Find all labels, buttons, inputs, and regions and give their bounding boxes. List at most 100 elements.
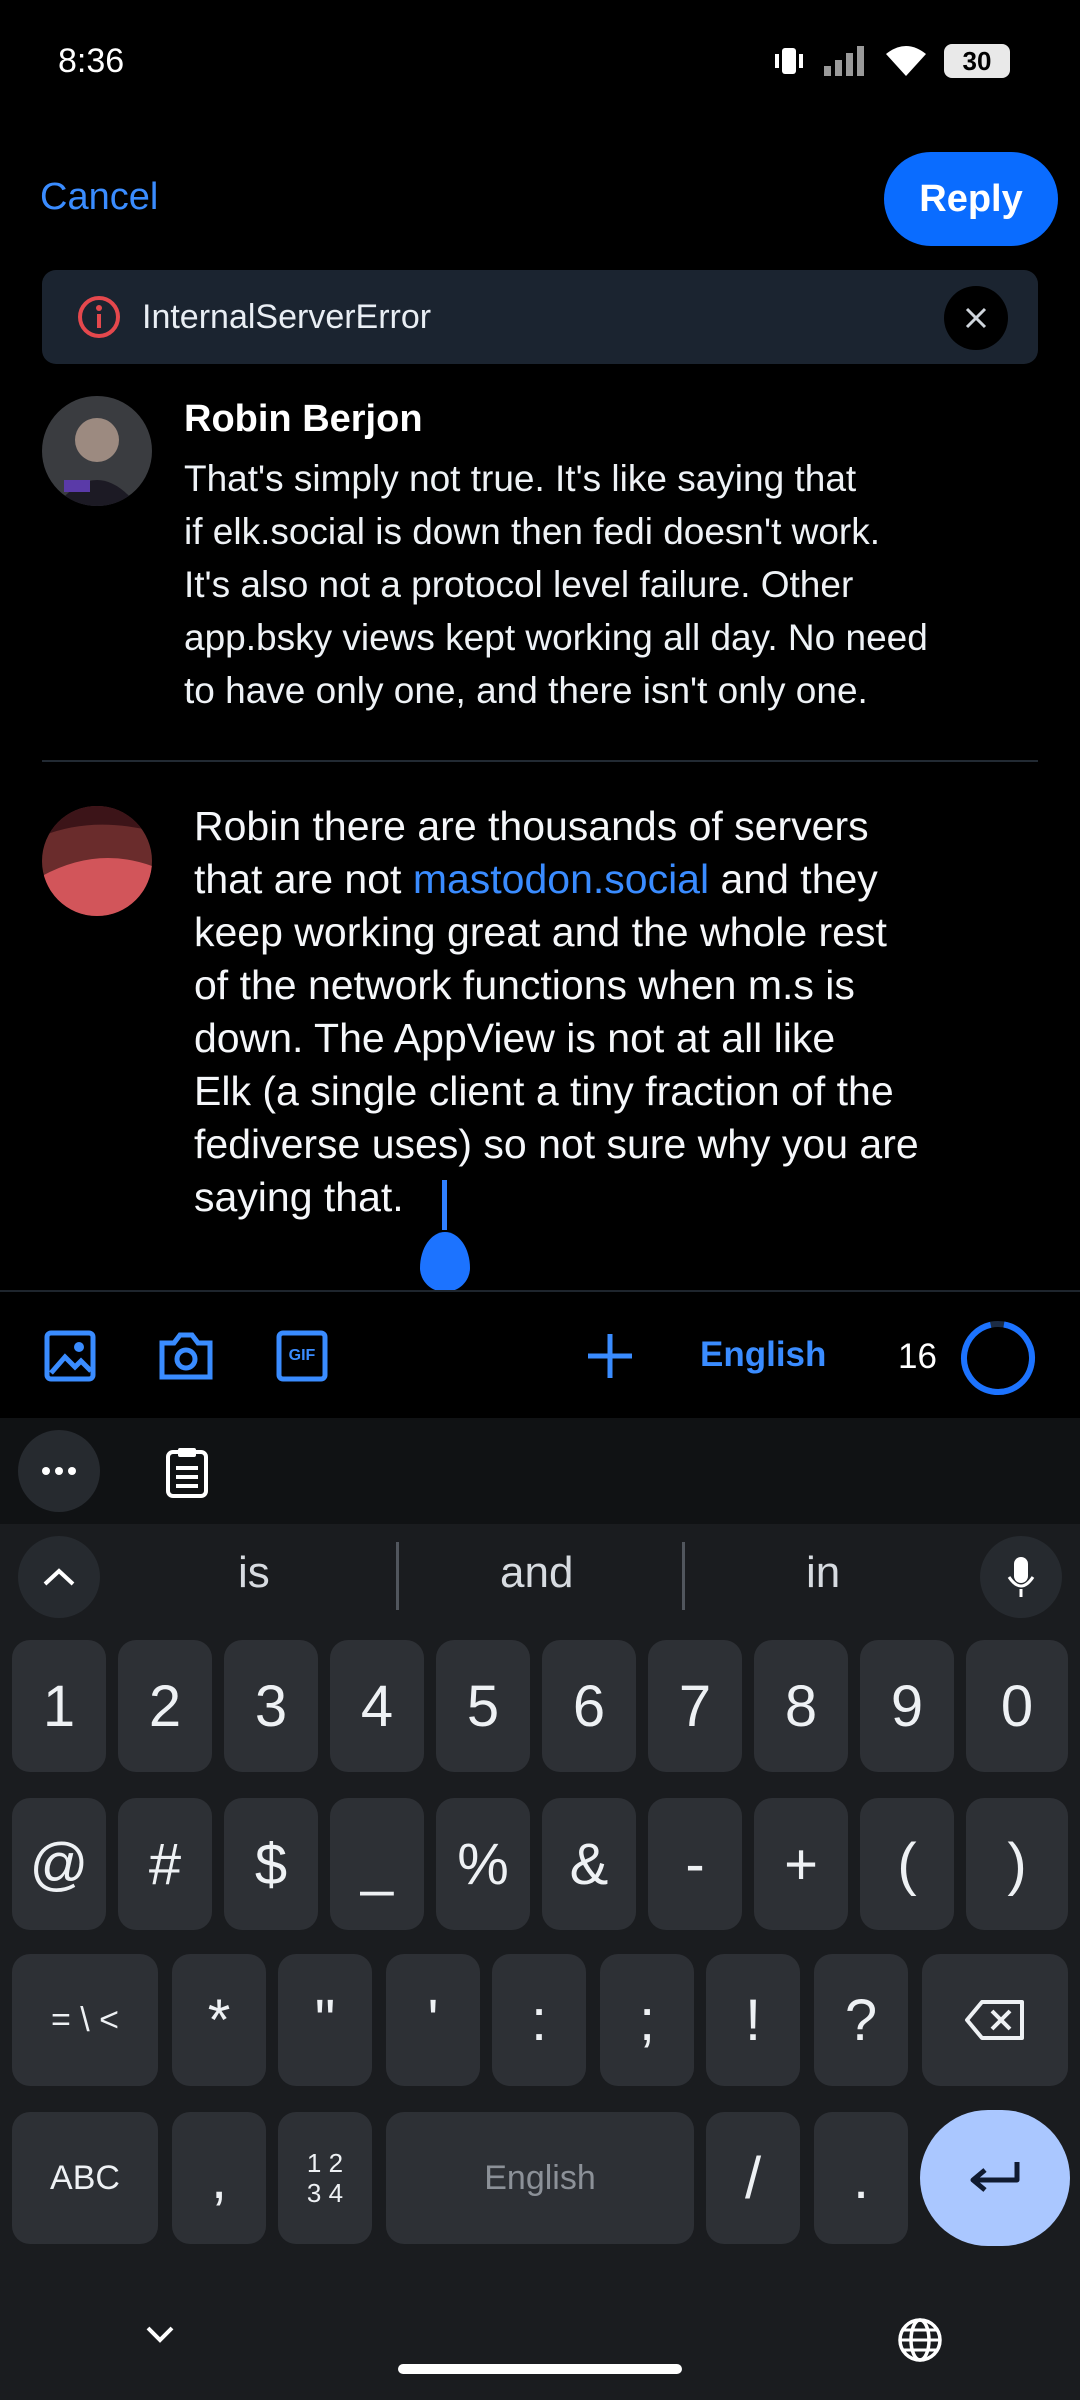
image-icon: [44, 1330, 96, 1382]
more-dots-icon: [42, 1467, 76, 1475]
key-close-paren[interactable]: ): [966, 1798, 1068, 1930]
compose-text: and they: [709, 856, 878, 902]
gif-button[interactable]: GIF: [272, 1326, 332, 1386]
key-3[interactable]: 3: [224, 1640, 318, 1772]
key-question[interactable]: ?: [814, 1954, 908, 2086]
plus-icon: [588, 1334, 632, 1378]
backspace-icon: [965, 2000, 1024, 2040]
replied-post-line: It's also not a protocol level failure. …: [184, 564, 854, 605]
language-selector[interactable]: English: [700, 1335, 826, 1375]
dismiss-error-button[interactable]: [944, 286, 1008, 350]
toolbar-divider: [0, 1290, 1080, 1292]
reply-button[interactable]: Reply: [884, 152, 1058, 246]
suggestion-3[interactable]: in: [806, 1548, 840, 1598]
compose-line: Elk (a single client a tiny fraction of …: [194, 1068, 894, 1114]
wifi-icon: [886, 46, 926, 76]
gesture-nav-handle[interactable]: [398, 2364, 682, 2374]
gif-label: GIF: [288, 1347, 316, 1364]
compose-line: keep working great and the whole rest: [194, 909, 887, 955]
voice-input-button[interactable]: [980, 1536, 1062, 1618]
key-plus[interactable]: +: [754, 1798, 848, 1930]
key-percent[interactable]: %: [436, 1798, 530, 1930]
compose-line: of the network functions when m.s is: [194, 962, 855, 1008]
add-thread-post-button[interactable]: [580, 1326, 640, 1386]
post-compose-textarea[interactable]: Robin there are thousands of servers tha…: [194, 800, 1034, 1224]
key-ampersand[interactable]: &: [542, 1798, 636, 1930]
suggestions-expand-button[interactable]: [18, 1536, 100, 1618]
key-open-paren[interactable]: (: [860, 1798, 954, 1930]
key-6[interactable]: 6: [542, 1640, 636, 1772]
key-period[interactable]: .: [814, 2112, 908, 2244]
key-minus[interactable]: -: [648, 1798, 742, 1930]
camera-button[interactable]: [156, 1326, 216, 1386]
key-double-quote[interactable]: ": [278, 1954, 372, 2086]
key-colon[interactable]: :: [492, 1954, 586, 2086]
battery-indicator: 30: [944, 44, 1010, 78]
key-single-quote[interactable]: ': [386, 1954, 480, 2086]
signal-icon: [824, 46, 864, 76]
globe-icon: [898, 2318, 942, 2362]
space-key[interactable]: English: [386, 2112, 694, 2244]
replied-post-line: to have only one, and there isn't only o…: [184, 670, 868, 711]
character-count: 16: [898, 1337, 937, 1376]
key-semicolon[interactable]: ;: [600, 1954, 694, 2086]
cancel-button[interactable]: Cancel: [40, 176, 158, 219]
chevron-down-icon: [146, 2326, 174, 2343]
status-time: 8:36: [58, 42, 125, 80]
key-abc[interactable]: ABC: [12, 2112, 158, 2244]
key-7[interactable]: 7: [648, 1640, 742, 1772]
compose-line: saying that.: [194, 1174, 404, 1220]
key-0[interactable]: 0: [966, 1640, 1068, 1772]
key-5[interactable]: 5: [436, 1640, 530, 1772]
suggestion-2[interactable]: and: [500, 1548, 573, 1598]
key-2[interactable]: 2: [118, 1640, 212, 1772]
suggestion-1[interactable]: is: [238, 1548, 270, 1598]
hide-keyboard-button[interactable]: [140, 2322, 180, 2353]
status-icons: 30: [772, 44, 1010, 78]
key-1[interactable]: 1: [12, 1640, 106, 1772]
cursor-handle[interactable]: [420, 1232, 470, 1292]
vibrate-icon: [775, 48, 803, 74]
key-numpad[interactable]: 1 2 3 4: [278, 2112, 372, 2244]
key-4[interactable]: 4: [330, 1640, 424, 1772]
key-asterisk[interactable]: *: [172, 1954, 266, 2086]
switch-keyboard-button[interactable]: [896, 2316, 944, 2369]
char-progress-ring: [961, 1321, 1035, 1395]
compose-line: that are not mastodon.social and they: [194, 853, 1034, 906]
text-cursor: [442, 1180, 447, 1230]
key-exclamation[interactable]: !: [706, 1954, 800, 2086]
key-slash[interactable]: /: [706, 2112, 800, 2244]
backspace-key[interactable]: [922, 1954, 1068, 2086]
key-comma[interactable]: ,: [172, 2112, 266, 2244]
clipboard-button[interactable]: [164, 1446, 210, 1503]
microphone-icon: [1007, 1557, 1035, 1597]
key-at[interactable]: @: [12, 1798, 106, 1930]
camera-icon: [159, 1332, 213, 1380]
key-underscore[interactable]: _: [330, 1798, 424, 1930]
divider: [42, 760, 1038, 762]
key-more-symbols[interactable]: = \ <: [12, 1954, 158, 2086]
suggestion-divider: [682, 1542, 685, 1610]
replied-post-text: That's simply not true. It's like saying…: [184, 452, 1044, 717]
enter-arrow-icon: [970, 2162, 1020, 2192]
key-dollar[interactable]: $: [224, 1798, 318, 1930]
compose-text: that are not: [194, 856, 413, 902]
error-info-icon: [78, 296, 120, 338]
compose-line: down. The AppView is not at all like: [194, 1015, 836, 1061]
add-image-button[interactable]: [40, 1326, 100, 1386]
error-message: InternalServerError: [142, 297, 432, 336]
clipboard-icon: [166, 1448, 208, 1498]
keyboard-more-button[interactable]: [18, 1430, 100, 1512]
mention-link[interactable]: mastodon.social: [413, 856, 709, 902]
key-hash[interactable]: #: [118, 1798, 212, 1930]
replied-post-line: app.bsky views kept working all day. No …: [184, 617, 928, 658]
suggestion-divider: [396, 1542, 399, 1610]
key-9[interactable]: 9: [860, 1640, 954, 1772]
key-8[interactable]: 8: [754, 1640, 848, 1772]
compose-line: Robin there are thousands of servers: [194, 803, 869, 849]
replied-author-name[interactable]: Robin Berjon: [184, 398, 423, 441]
close-icon: [965, 307, 987, 329]
enter-key[interactable]: [920, 2110, 1070, 2246]
error-banner: InternalServerError: [42, 270, 1038, 364]
replied-author-avatar[interactable]: [42, 396, 152, 506]
